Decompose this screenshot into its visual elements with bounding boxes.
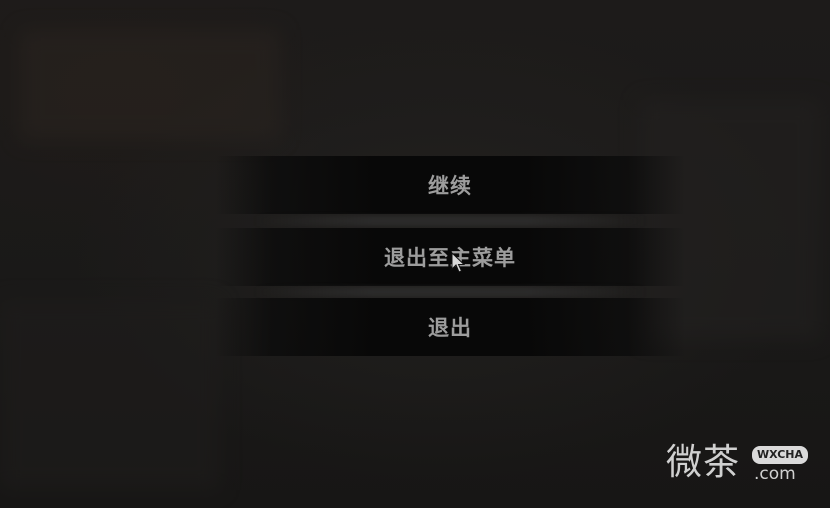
background-blur-shape — [20, 30, 280, 140]
quit-button[interactable]: 退出 — [215, 298, 685, 356]
watermark: 微茶 WXCHA .com — [666, 442, 809, 484]
mouse-cursor-icon — [451, 252, 465, 273]
watermark-logo-text: 微茶 — [666, 442, 741, 483]
menu-divider — [255, 216, 645, 226]
watermark-badge: WXCHA — [752, 446, 809, 464]
continue-button-label: 继续 — [428, 174, 472, 198]
quit-button-label: 退出 — [428, 316, 472, 340]
exit-to-main-menu-label: 退出至主菜单 — [384, 246, 516, 270]
watermark-domain: .com — [754, 464, 796, 484]
background-blur-shape — [0, 300, 220, 490]
exit-to-main-menu-button[interactable]: 退出至主菜单 — [215, 228, 685, 286]
game-background: 继续 退出至主菜单 退出 微茶 WXCHA .com — [0, 0, 830, 508]
menu-divider — [255, 287, 645, 297]
continue-button[interactable]: 继续 — [215, 156, 685, 214]
pause-menu: 继续 退出至主菜单 退出 — [215, 152, 685, 362]
